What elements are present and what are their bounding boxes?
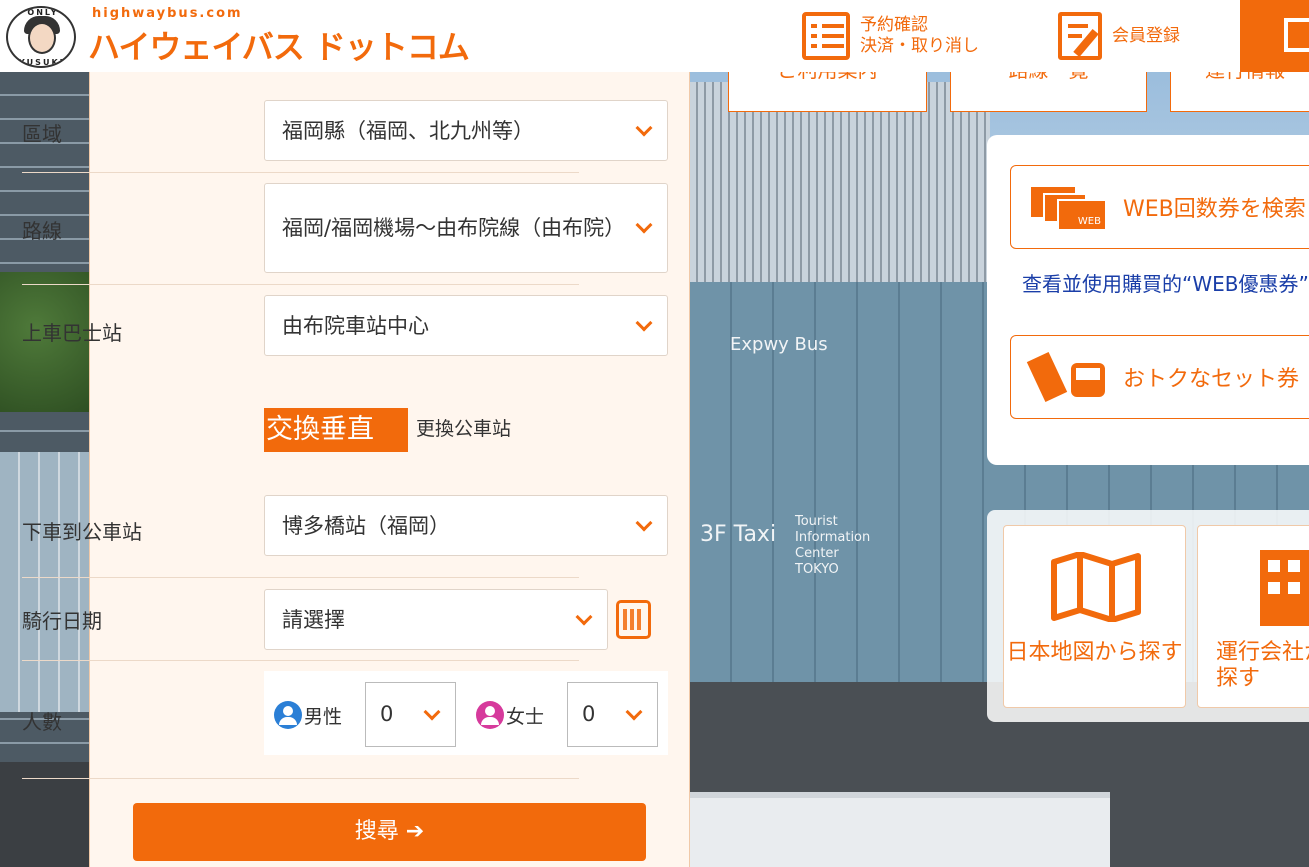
board-stop-select[interactable]: 由布院車站中心	[264, 295, 668, 356]
login-icon	[1284, 18, 1309, 52]
mascot-logo-icon[interactable]: ONLY YUSUKE	[6, 6, 76, 68]
route-label: 路線	[22, 219, 62, 243]
reservation-line1: 予約確認	[860, 15, 928, 35]
edit-form-icon	[1058, 12, 1102, 60]
area-value: 福岡縣（福岡、北九州等）	[282, 118, 534, 143]
chevron-down-icon	[575, 608, 593, 625]
female-count-select[interactable]: 0	[567, 682, 658, 747]
male-count-select[interactable]: 0	[365, 682, 456, 747]
chevron-down-icon	[625, 703, 643, 720]
building-icon	[1260, 550, 1309, 626]
site-header: ONLY YUSUKE highwaybus.com ハイウェイバス ドットコム…	[0, 0, 1309, 72]
date-value: 請選擇	[282, 607, 345, 632]
chevron-down-icon	[423, 703, 441, 720]
area-select[interactable]: 福岡縣（福岡、北九州等）	[264, 100, 668, 161]
male-person-icon	[274, 701, 302, 729]
reservation-line2: 決済・取り消し	[860, 36, 979, 56]
swap-stops-text: 更換公車站	[416, 418, 512, 440]
map-icon	[1051, 552, 1141, 622]
login-button[interactable]	[1240, 0, 1309, 72]
web-ticket-search-button[interactable]: WEB WEB回数券を検索	[1010, 165, 1309, 249]
date-select[interactable]: 請選擇	[264, 589, 608, 650]
passenger-count-group: 男性 0 女士 0	[264, 671, 668, 755]
search-button[interactable]: 搜尋 ➔	[133, 803, 646, 861]
board-stop-value: 由布院車站中心	[282, 313, 429, 338]
board-label: 上車巴士站	[22, 321, 122, 345]
member-register-link[interactable]: 会員登録	[1058, 8, 1180, 64]
logo-wordmark[interactable]: ハイウェイバス ドットコム	[88, 22, 470, 68]
reservation-check-label: 予約確認 決済・取り消し	[860, 15, 979, 57]
female-label: 女士	[506, 706, 545, 728]
chevron-down-icon	[635, 514, 653, 531]
set-ticket-button[interactable]: おトクなセット券	[1010, 335, 1309, 419]
chevron-down-icon	[635, 119, 653, 136]
background-bus	[690, 792, 1110, 867]
bus-ticket-icon	[1026, 351, 1111, 403]
calendar-icon[interactable]	[616, 600, 651, 639]
company-search-card[interactable]: 運行会社から探す	[1197, 525, 1309, 708]
route-value: 福岡/福岡機場～由布院線（由布院）	[282, 216, 626, 240]
area-label: 區域	[22, 122, 62, 146]
badge-text-top: ONLY	[27, 8, 59, 17]
swap-stops-button[interactable]: 交換垂直	[264, 408, 408, 452]
web-coupon-link[interactable]: 查看並使用購買的“WEB優惠券”	[1022, 268, 1309, 297]
set-ticket-label: おトクなセット券	[1123, 367, 1300, 392]
male-count-value: 0	[380, 702, 394, 726]
company-search-label: 運行会社から探す	[1216, 640, 1309, 691]
badge-text-bottom: YUSUKE	[18, 58, 68, 67]
sign-expressway: Expwy Bus	[730, 334, 828, 355]
web-ticket-icon-text: WEB	[1057, 199, 1107, 231]
alight-stop-value: 博多橋站（福岡）	[282, 513, 450, 538]
web-ticket-icon: WEB	[1031, 183, 1111, 231]
sign-center: Center	[795, 546, 839, 561]
web-ticket-search-label: WEB回数券を検索	[1123, 197, 1306, 222]
female-person-icon	[476, 701, 504, 729]
list-icon	[802, 12, 850, 60]
sign-taxi: 3F Taxi	[700, 522, 777, 547]
logo-domain[interactable]: highwaybus.com	[92, 6, 243, 21]
sign-tokyo: TOKYO	[795, 562, 839, 577]
sign-tourist: Tourist	[795, 514, 838, 529]
female-count-value: 0	[582, 702, 596, 726]
passengers-label: 人數	[22, 710, 62, 734]
chevron-down-icon	[635, 216, 653, 234]
map-search-card[interactable]: 日本地図から探す	[1003, 525, 1186, 708]
member-register-label: 会員登録	[1112, 25, 1180, 46]
sign-information: Information	[795, 530, 871, 545]
reservation-check-link[interactable]: 予約確認 決済・取り消し	[802, 8, 979, 64]
alight-stop-select[interactable]: 博多橋站（福岡）	[264, 495, 668, 556]
alight-label: 下車到公車站	[22, 520, 142, 544]
mascot-face	[28, 22, 56, 54]
map-search-label: 日本地図から探す	[1006, 640, 1183, 665]
chevron-down-icon	[635, 314, 653, 331]
male-label: 男性	[304, 706, 343, 728]
date-label: 騎行日期	[22, 609, 102, 633]
route-select[interactable]: 福岡/福岡機場～由布院線（由布院）	[264, 183, 668, 273]
